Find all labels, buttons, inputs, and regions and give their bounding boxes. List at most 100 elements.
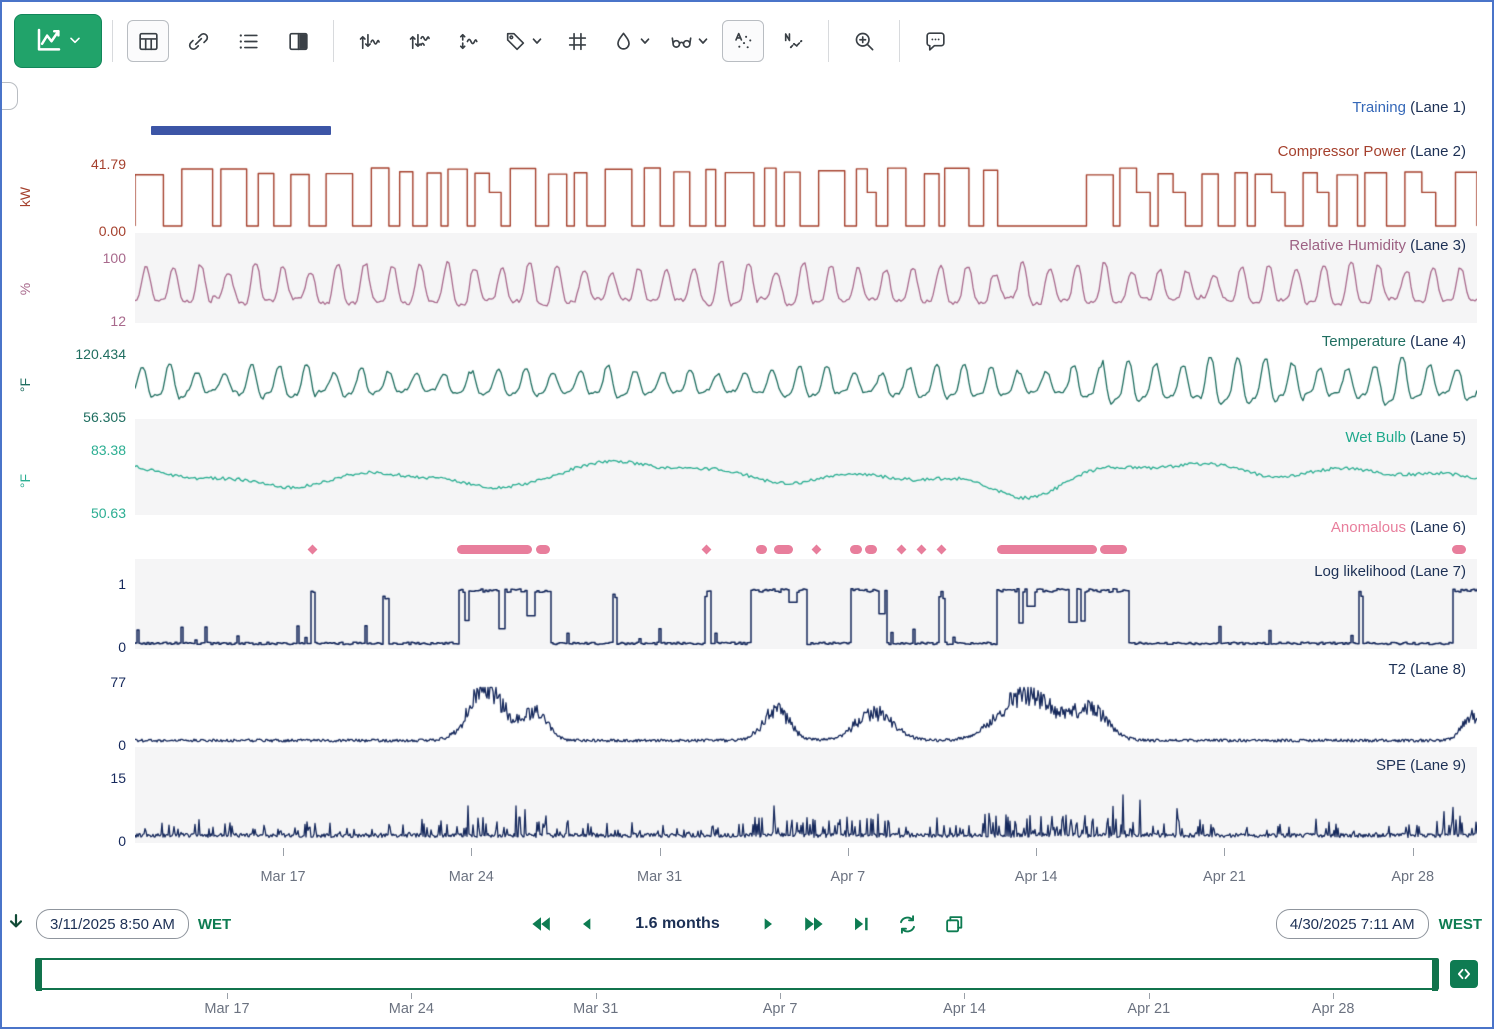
trend-canvas-7[interactable] [135, 583, 1477, 649]
lane-5: Wet Bulb (Lane 5)83.3850.63°F [2, 419, 1494, 515]
y-axis-unit: °F [17, 374, 33, 396]
fast-forward-button[interactable] [802, 912, 826, 936]
start-timezone[interactable]: WET [198, 916, 231, 933]
y-axis-max: 1 [2, 576, 126, 592]
rewind-button[interactable] [529, 912, 553, 936]
anomaly-interval[interactable] [756, 545, 767, 554]
lane-number: (Lane 6) [1410, 519, 1466, 536]
step-back-button[interactable] [577, 914, 597, 934]
jump-to-start-icon[interactable] [5, 911, 27, 938]
lane-label-6[interactable]: Anomalous (Lane 6) [1331, 519, 1466, 536]
y-axis-max: 77 [2, 674, 126, 690]
slider-right-handle[interactable] [1432, 959, 1438, 991]
expand-context-button[interactable] [1450, 960, 1478, 988]
lane-label-2[interactable]: Compressor Power (Lane 2) [1278, 143, 1466, 160]
context-range-slider[interactable] [35, 958, 1439, 990]
anomaly-interval[interactable] [774, 545, 793, 554]
signal-name: Compressor Power [1278, 143, 1406, 160]
slider-left-handle[interactable] [36, 959, 42, 991]
signal-name: Wet Bulb [1345, 429, 1406, 446]
lane-label-4[interactable]: Temperature (Lane 4) [1322, 333, 1466, 350]
anomaly-interval[interactable] [457, 545, 532, 554]
axis-tick [283, 848, 284, 856]
axis-tick [1224, 848, 1225, 856]
anomaly-point[interactable] [937, 544, 947, 554]
anomaly-interval[interactable] [1100, 545, 1127, 554]
training-interval-bar[interactable] [151, 126, 331, 135]
lane-1: Training (Lane 1) [2, 97, 1494, 141]
lane-number: (Lane 3) [1410, 237, 1466, 254]
time-axis: Mar 17Mar 24Mar 31Apr 7Apr 14Apr 21Apr 2… [2, 843, 1492, 903]
lane-2: Compressor Power (Lane 2)41.790.00kW [2, 141, 1494, 233]
trend-canvas-8[interactable] [135, 681, 1477, 747]
signal-name: Log likelihood [1314, 563, 1406, 580]
lane-9: SPE (Lane 9)150 [2, 747, 1494, 843]
lane-number: (Lane 8) [1410, 661, 1466, 678]
anomaly-point[interactable] [812, 544, 822, 554]
axis-tick [848, 848, 849, 856]
y-axis-max: 15 [2, 770, 126, 786]
lane-label-5[interactable]: Wet Bulb (Lane 5) [1345, 429, 1466, 446]
axis-tick [471, 848, 472, 856]
lane-label-7[interactable]: Log likelihood (Lane 7) [1314, 563, 1466, 580]
lane-number: (Lane 7) [1410, 563, 1466, 580]
trend-canvas-3[interactable] [135, 257, 1477, 323]
anomaly-interval[interactable] [997, 545, 1098, 554]
lane-number: (Lane 5) [1410, 429, 1466, 446]
axis-tick [1413, 848, 1414, 856]
end-timezone[interactable]: WEST [1439, 916, 1482, 933]
y-axis-max: 83.38 [2, 442, 126, 458]
refresh-button[interactable] [896, 913, 919, 936]
lane-3: Relative Humidity (Lane 3)10012% [2, 233, 1494, 323]
y-axis-max: 120.434 [2, 346, 126, 362]
lane-label-1[interactable]: Training (Lane 1) [1352, 99, 1466, 116]
skip-to-end-button[interactable] [850, 913, 872, 935]
anomaly-point[interactable] [307, 544, 317, 554]
lane-7: Log likelihood (Lane 7)10 [2, 559, 1494, 649]
lane-label-3[interactable]: Relative Humidity (Lane 3) [1289, 237, 1466, 254]
trend-canvas-4[interactable] [135, 353, 1477, 419]
anomaly-interval[interactable] [850, 545, 862, 554]
copy-range-button[interactable] [943, 913, 965, 935]
anomaly-point[interactable] [702, 544, 712, 554]
axis-tick [660, 848, 661, 856]
anomaly-point[interactable] [896, 544, 906, 554]
lane-label-8[interactable]: T2 (Lane 8) [1388, 661, 1466, 678]
lane-number: (Lane 9) [1410, 757, 1466, 774]
signal-name: Relative Humidity [1289, 237, 1406, 254]
lane-6: Anomalous (Lane 6) [2, 515, 1494, 559]
anomaly-interval[interactable] [536, 545, 549, 554]
axis-tick-label: Apr 21 [1203, 869, 1246, 885]
lane-number: (Lane 4) [1410, 333, 1466, 350]
signal-name: Training [1352, 99, 1406, 116]
lane-label-9[interactable]: SPE (Lane 9) [1376, 757, 1466, 774]
lane-4: Temperature (Lane 4)120.43456.305°F [2, 323, 1494, 419]
y-axis-max: 41.79 [2, 156, 126, 172]
anomaly-point[interactable] [916, 544, 926, 554]
axis-tick-label: Mar 17 [260, 869, 305, 885]
footer-right: 4/30/2025 7:11 AM WEST [1276, 905, 1482, 943]
y-axis-unit: °F [17, 470, 33, 492]
signal-name: SPE [1376, 757, 1406, 774]
trend-canvas-9[interactable] [135, 777, 1477, 843]
lane-8: T2 (Lane 8)770 [2, 649, 1494, 747]
signal-name: Anomalous [1331, 519, 1406, 536]
lane-number: (Lane 1) [1410, 99, 1466, 116]
axis-tick-label: Apr 14 [1015, 869, 1058, 885]
y-axis-unit: % [17, 278, 33, 300]
end-date-input[interactable]: 4/30/2025 7:11 AM [1276, 909, 1429, 939]
duration-label[interactable]: 1.6 months [635, 915, 719, 933]
start-date-input[interactable]: 3/11/2025 8:50 AM [36, 909, 189, 939]
anomaly-interval[interactable] [1452, 545, 1467, 554]
trend-canvas-5[interactable] [135, 449, 1477, 515]
signal-name: Temperature [1322, 333, 1406, 350]
step-forward-button[interactable] [758, 914, 778, 934]
trend-canvas-2[interactable] [135, 163, 1477, 233]
anomaly-interval[interactable] [865, 545, 877, 554]
axis-tick-label: Apr 7 [831, 869, 866, 885]
y-axis-max: 100 [2, 250, 126, 266]
signal-name: T2 [1388, 661, 1406, 678]
axis-tick-label: Apr 28 [1391, 869, 1434, 885]
axis-tick-label: Mar 24 [449, 869, 494, 885]
y-axis-unit: kW [17, 186, 33, 208]
